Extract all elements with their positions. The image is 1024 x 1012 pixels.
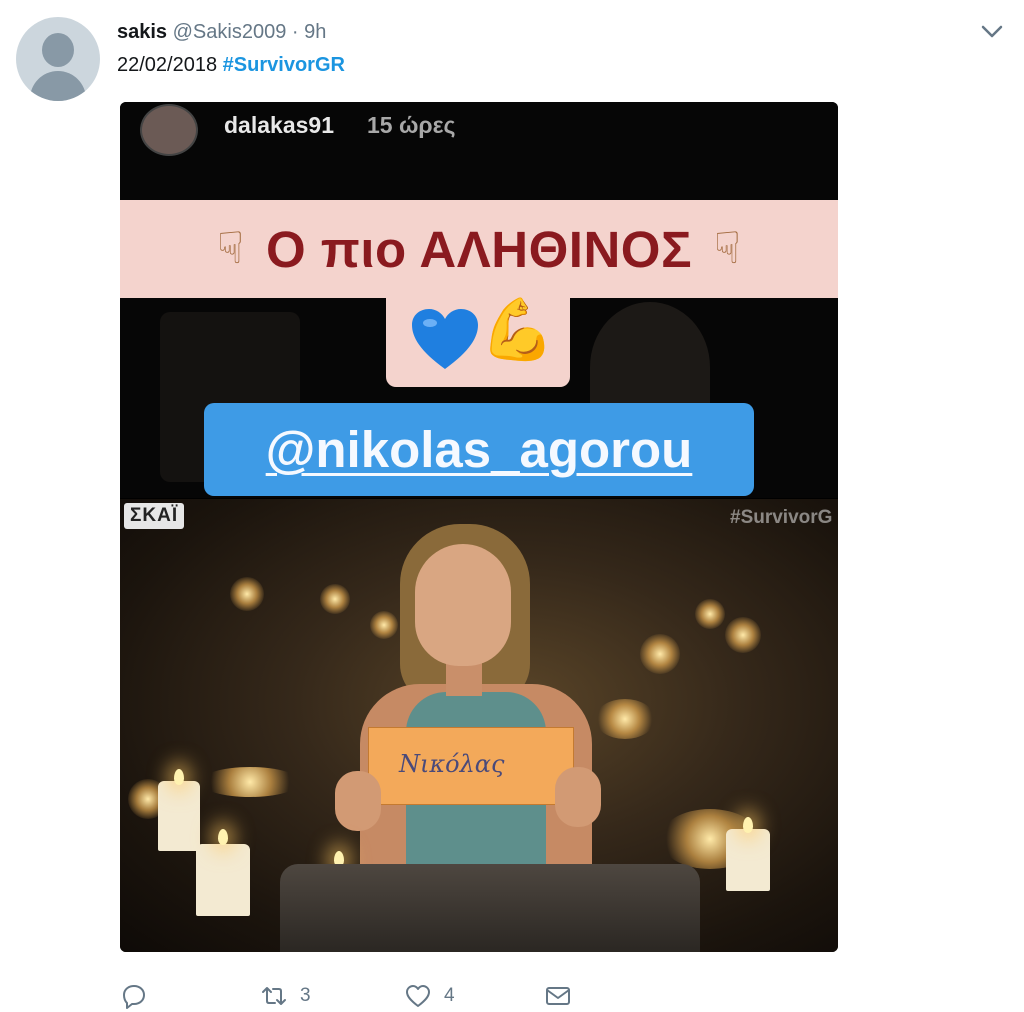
torch-light (695, 599, 725, 629)
pointing-down-emoji: ☟ (714, 224, 741, 273)
hashtag-link[interactable]: #SurvivorGR (223, 54, 345, 76)
candle-flame (174, 769, 184, 785)
right-hand (555, 767, 601, 827)
tweet-date: 22/02/2018 (117, 54, 218, 76)
story-username: dalakas91 (224, 112, 334, 138)
user-handle[interactable]: @Sakis2009 (173, 21, 287, 43)
headline-text: Ο πιο ΑΛΗΘΙΝΟΣ (265, 220, 693, 278)
avatar-head (42, 33, 74, 67)
direct-message-action[interactable] (544, 980, 572, 1012)
candle (196, 844, 250, 916)
torch-light (640, 634, 680, 674)
story-avatar (140, 104, 198, 156)
retweet-count: 3 (300, 985, 311, 1006)
stone-altar (280, 864, 700, 952)
story-time: 15 ώρες (367, 112, 456, 138)
like-action[interactable]: 4 (404, 980, 455, 1012)
pointing-down-emoji: ☟ (217, 224, 244, 273)
retweet-icon (262, 987, 286, 1005)
tweet-text: 22/02/2018 #SurvivorGR (117, 53, 345, 77)
channel-logo: ΣΚΑΪ (124, 503, 185, 529)
candle (726, 829, 770, 891)
like-count: 4 (444, 985, 455, 1006)
torch-light (230, 577, 264, 611)
candle-flame (218, 829, 228, 845)
candle-flame (743, 817, 753, 833)
tweet-header: sakis @Sakis2009 · 9h (117, 20, 326, 44)
tweet-actions: 3 4 (120, 980, 600, 1012)
reply-icon (123, 985, 145, 1009)
retweet-action[interactable]: 3 (260, 980, 311, 1012)
reply-action[interactable] (120, 980, 160, 1012)
blue-heart-emoji (412, 309, 478, 369)
hashtag-watermark: #SurvivorG (730, 507, 833, 528)
avatar[interactable] (16, 17, 100, 101)
mention-text: @nikolas_agorou (265, 421, 693, 478)
candle (158, 781, 200, 851)
tweet-time[interactable]: 9h (304, 21, 326, 43)
story-screenshot: dalakas91 15 ώρες ☟ Ο πιο ΑΛΗΘΙΝΟΣ ☟ 💪 @… (120, 102, 838, 498)
tribal-council-photo: ΣΚΑΪ #SurvivorG Νικόλας (120, 499, 838, 952)
torch-light (200, 767, 300, 797)
like-icon (406, 985, 430, 1007)
chevron-down-icon[interactable] (980, 22, 1004, 42)
torch-light (725, 617, 761, 653)
mention-sticker: @nikolas_agorou (204, 403, 754, 496)
avatar-body (30, 71, 86, 101)
face (415, 544, 511, 666)
display-name[interactable]: sakis (117, 21, 167, 43)
vote-name: Νικόλας (399, 750, 505, 778)
vote-card: Νικόλας (368, 727, 574, 805)
headline-row: ☟ Ο πιο ΑΛΗΘΙΝΟΣ ☟ (120, 200, 838, 298)
flexed-biceps-emoji: 💪 (480, 296, 555, 363)
tweet-media[interactable]: dalakas91 15 ώρες ☟ Ο πιο ΑΛΗΘΙΝΟΣ ☟ 💪 @… (120, 102, 838, 952)
direct-message-icon (546, 987, 570, 1005)
left-hand (335, 771, 381, 831)
meta-separator: · (291, 21, 299, 43)
